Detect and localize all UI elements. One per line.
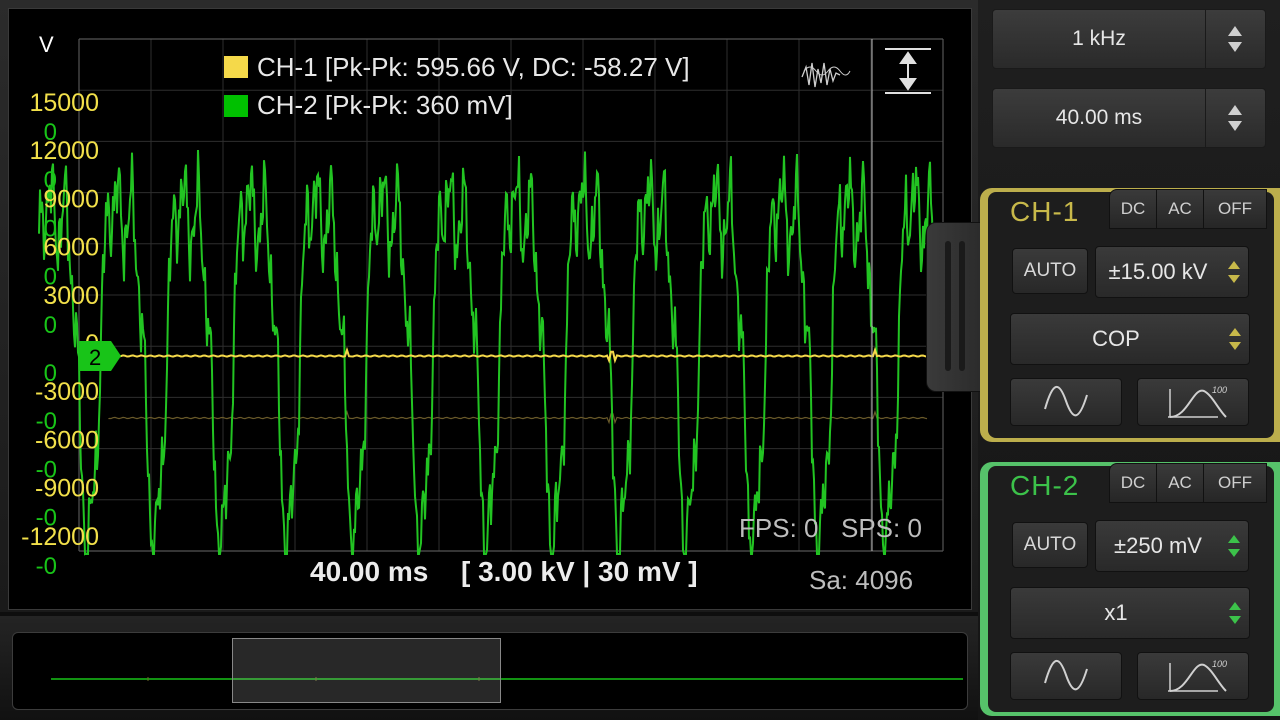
filter-curve-icon: 100: [1168, 385, 1227, 418]
ch2-probe-select[interactable]: x1: [1010, 587, 1250, 639]
y-unit: V: [39, 32, 54, 57]
ch2-marker[interactable]: 2: [79, 341, 121, 371]
ch2-probe-value: x1: [1104, 600, 1128, 625]
ch1-tick-label: 15000: [29, 89, 99, 117]
timebase-updown-icon[interactable]: [1205, 89, 1264, 147]
ch1-tick-label: 12000: [29, 137, 99, 165]
scope-screen[interactable]: V CH-1 [Pk-Pk: 595.66 V, DC: -58.27 V] C…: [8, 8, 972, 610]
legend-ch1: CH-1 [Pk-Pk: 595.66 V, DC: -58.27 V]: [257, 52, 690, 82]
ch1-tick-label: -12000: [21, 523, 99, 551]
ch2-auto-button[interactable]: AUTO: [1012, 522, 1088, 568]
ch1-filter-button[interactable]: 100: [1137, 378, 1249, 426]
ch2-range-spinner[interactable]: ±250 mV: [1095, 520, 1249, 572]
sps-readout: SPS: 0: [841, 513, 922, 543]
ch1-tick-label: -9000: [35, 475, 99, 503]
ch1-trace: [108, 346, 928, 364]
ch2-probe-updown-icon[interactable]: [1221, 588, 1249, 638]
timebase-readout: 40.00 ms: [310, 556, 428, 587]
scope-svg[interactable]: V CH-1 [Pk-Pk: 595.66 V, DC: -58.27 V] C…: [9, 9, 971, 609]
ch1-tick-label: -3000: [35, 378, 99, 406]
svg-text:100: 100: [1212, 385, 1227, 395]
ch1-probe-select[interactable]: COP: [1010, 313, 1250, 365]
ch1-waveform-button[interactable]: [1010, 378, 1122, 426]
ch2-tick-label: 0: [44, 312, 57, 339]
ch2-coupling-ac[interactable]: AC: [1156, 463, 1204, 503]
ch1-range-spinner[interactable]: ±15.00 kV: [1095, 246, 1249, 298]
sine-wave-icon: [1044, 386, 1088, 417]
ch2-coupling-dc[interactable]: DC: [1109, 463, 1157, 503]
filter-curve-icon: 100: [1168, 659, 1227, 692]
ch1-tick-label: 9000: [43, 185, 99, 213]
panel-drag-handle[interactable]: [926, 222, 988, 392]
frequency-spinner[interactable]: 1 kHz: [992, 9, 1266, 69]
legend-swatch-ch2: [224, 95, 248, 117]
ch2-filter-button[interactable]: 100: [1137, 652, 1249, 700]
ch2-trace: [38, 149, 944, 556]
ch1-label: CH-1: [1010, 196, 1080, 227]
ch2-coupling-off[interactable]: OFF: [1203, 463, 1267, 503]
ch1-range-value: ±15.00 kV: [1108, 259, 1208, 284]
ch1-coupling-ac[interactable]: AC: [1156, 189, 1204, 229]
ch1-probe-updown-icon[interactable]: [1221, 314, 1249, 364]
ch1-tick-label: 6000: [43, 234, 99, 262]
y-axis-ticks: 15000012000090000600003000000-3000-0-600…: [21, 89, 99, 580]
ch2-range-updown-icon[interactable]: [1220, 521, 1248, 571]
timebase-spinner[interactable]: 40.00 ms: [992, 88, 1266, 148]
ch2-range-value: ±250 mV: [1114, 533, 1202, 558]
legend-ch2: CH-2 [Pk-Pk: 360 mV]: [257, 90, 513, 120]
timebase-value: 40.00 ms: [1055, 106, 1143, 129]
ch2-marker-label: 2: [89, 345, 101, 370]
sine-wave-icon: [1044, 660, 1088, 691]
ch2-label: CH-2: [1010, 470, 1080, 501]
overview-selection-window[interactable]: [232, 638, 501, 703]
frequency-value: 1 kHz: [1072, 27, 1126, 50]
vertical-scale-icon[interactable]: [885, 48, 931, 94]
svg-text:100: 100: [1212, 659, 1227, 669]
ch1-probe-value: COP: [1092, 326, 1140, 351]
legend-swatch-ch1: [224, 56, 248, 78]
ch1-coupling-off[interactable]: OFF: [1203, 189, 1267, 229]
ch1-coupling-dc[interactable]: DC: [1109, 189, 1157, 229]
ch1-range-updown-icon[interactable]: [1220, 247, 1248, 297]
ch1-auto-button[interactable]: AUTO: [1012, 248, 1088, 294]
samples-readout: Sa: 4096: [809, 565, 913, 595]
fps-readout: FPS: 0: [739, 513, 818, 543]
scales-readout: [ 3.00 kV | 30 mV ]: [461, 556, 698, 587]
waveform-icon[interactable]: [801, 62, 851, 88]
ch1-tick-label: -6000: [35, 426, 99, 454]
frequency-updown-icon[interactable]: [1205, 10, 1264, 68]
ch2-tick-label: -0: [36, 553, 57, 580]
ch1-tick-label: 3000: [43, 282, 99, 310]
ch2-waveform-button[interactable]: [1010, 652, 1122, 700]
